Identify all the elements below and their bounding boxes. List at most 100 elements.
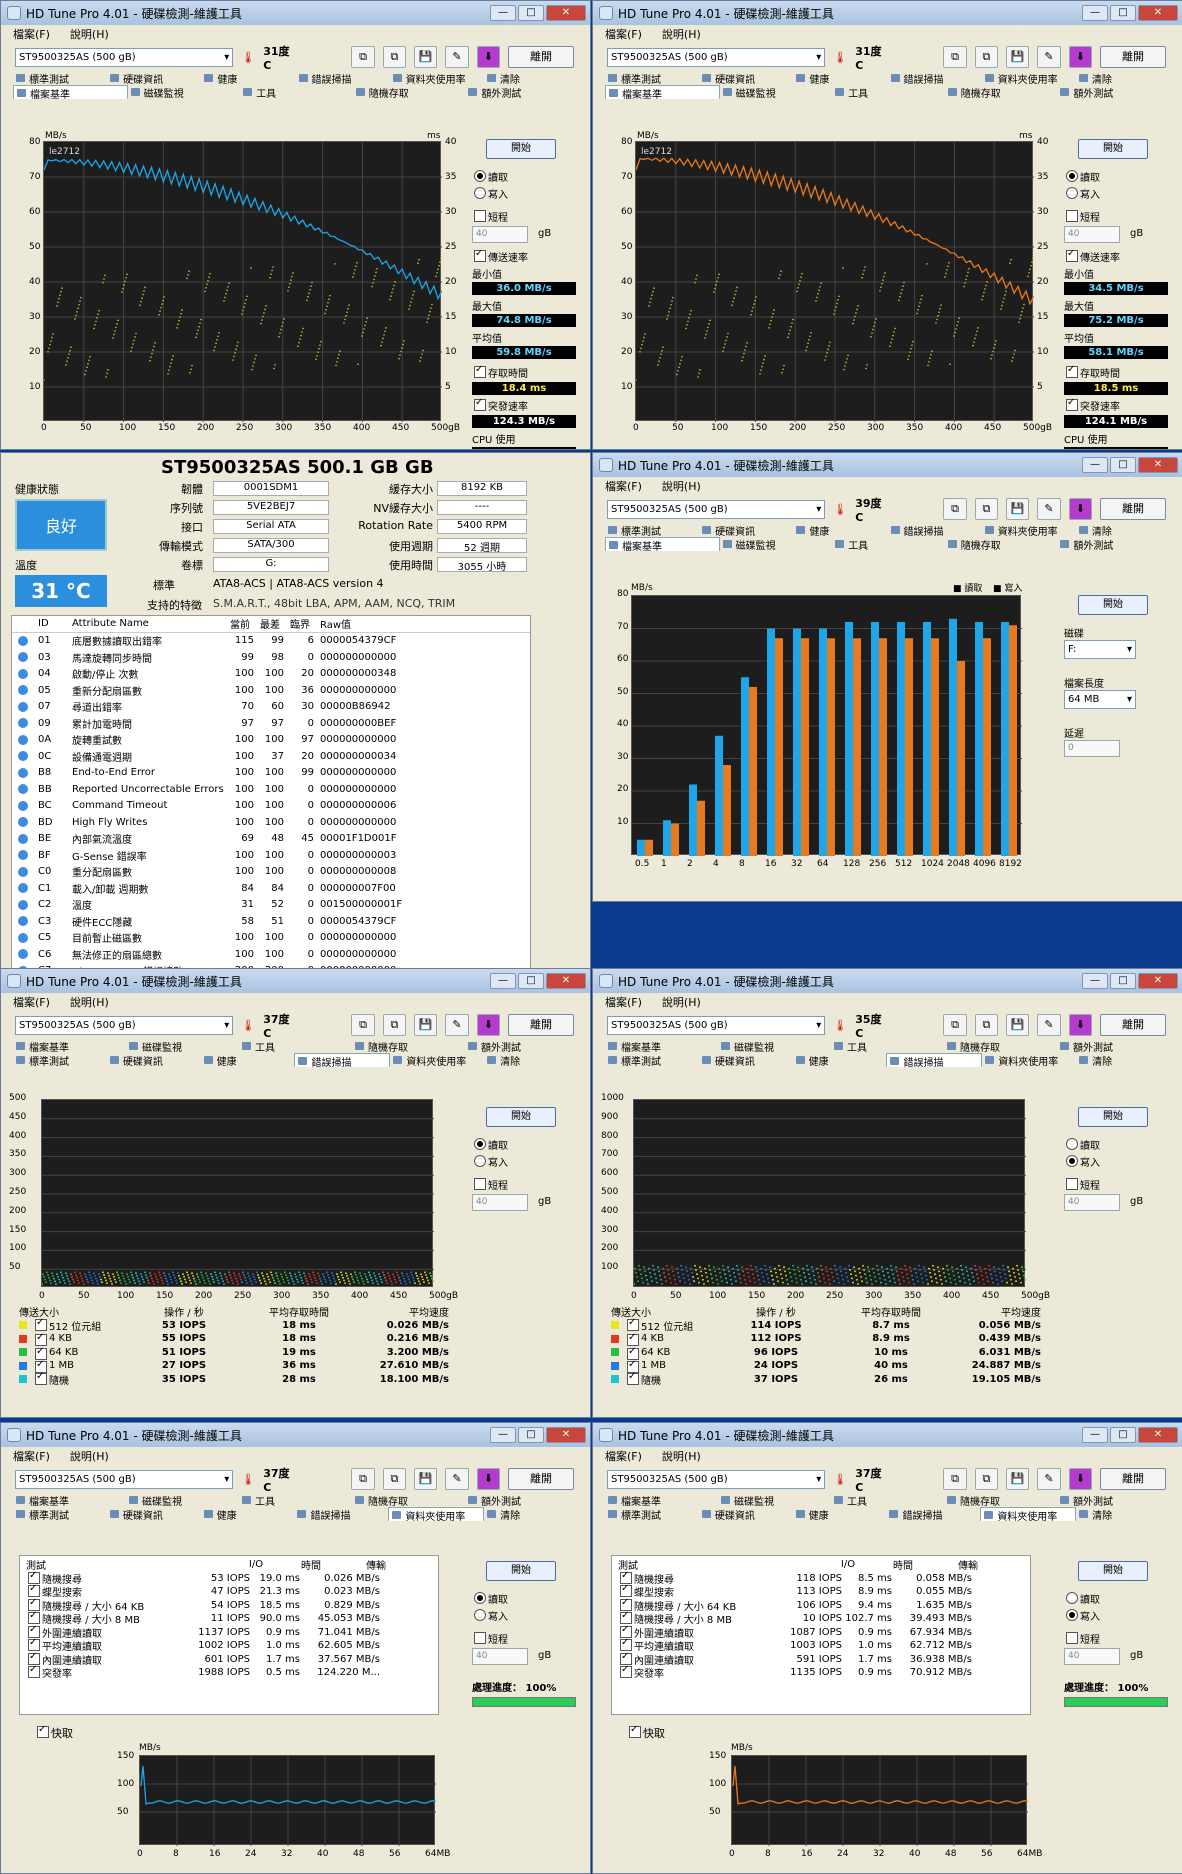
maximize-button[interactable]: □: [1110, 457, 1136, 473]
delay-input[interactable]: 0: [1064, 740, 1120, 757]
write-radio[interactable]: 寫入: [472, 186, 576, 201]
tab-標準測試[interactable]: 標準測試: [13, 1507, 107, 1522]
minimize-button[interactable]: —: [1082, 1427, 1108, 1443]
tab-額外測試[interactable]: 額外測試: [1057, 537, 1170, 552]
options-icon[interactable]: ✎: [445, 46, 469, 68]
menu-item-1[interactable]: 說明(H): [662, 1448, 701, 1464]
tab-隨機存取[interactable]: 隨機存取: [353, 85, 466, 100]
test-checkbox[interactable]: 突發率: [26, 1664, 186, 1680]
exit-button[interactable]: 離開: [1100, 46, 1166, 68]
menu-item-0[interactable]: 檔案(F): [605, 26, 642, 42]
tab-隨機存取[interactable]: 隨機存取: [945, 537, 1058, 552]
smart-row[interactable]: 03 馬達旋轉同步時間 99 98 0 000000000000: [12, 649, 530, 666]
start-button[interactable]: 開始: [486, 1107, 556, 1127]
smart-row[interactable]: BB Reported Uncorrectable Errors 100 100 0 00…: [12, 781, 530, 798]
write-radio[interactable]: 寫入: [1064, 186, 1168, 201]
close-button[interactable]: ✕: [546, 973, 586, 989]
tab-錯誤掃描[interactable]: 錯誤掃描: [294, 1053, 391, 1069]
smart-row[interactable]: 01 底層數據讀取出錯率 115 99 6 0000054379CF: [12, 633, 530, 650]
menu-item-0[interactable]: 檔案(F): [605, 994, 642, 1010]
smart-row[interactable]: 04 啟動/停止 次數 100 100 20 000000000348: [12, 666, 530, 683]
exit-button[interactable]: 離開: [508, 1014, 574, 1036]
tab-工具[interactable]: 工具: [831, 1493, 944, 1508]
close-button[interactable]: ✕: [1138, 457, 1178, 473]
smart-row[interactable]: C3 硬件ECC隱藏 58 51 0 0000054379CF: [12, 913, 530, 930]
test-checkbox[interactable]: 突發率: [618, 1664, 778, 1680]
write-radio[interactable]: 寫入: [472, 1154, 576, 1169]
copy-all-icon[interactable]: ⧉: [382, 46, 407, 68]
drive-select[interactable]: ST9500325AS (500 gB): [607, 499, 826, 519]
short-stroke-checkbox[interactable]: 短程: [472, 209, 576, 224]
tab-錯誤掃描[interactable]: 錯誤掃描: [886, 1053, 983, 1069]
smart-row[interactable]: 09 累計加電時間 97 97 0 000000000BEF: [12, 715, 530, 732]
length-select[interactable]: 64 MB: [1064, 690, 1136, 709]
tab-清除[interactable]: 清除: [484, 1053, 578, 1068]
short-stroke-size[interactable]: 40: [1064, 226, 1120, 243]
start-button[interactable]: 開始: [1078, 139, 1148, 159]
smart-row[interactable]: BE 內部氣流溫度 69 48 45 00001F1D001F: [12, 831, 530, 848]
smart-row[interactable]: C5 目前暫止磁區數 100 100 0 000000000000: [12, 930, 530, 947]
size-checkbox[interactable]: 隨機: [625, 1371, 721, 1387]
size-checkbox[interactable]: 4 KB: [33, 1332, 129, 1347]
options-icon[interactable]: ✎: [1037, 1014, 1061, 1036]
read-radio[interactable]: 讀取: [1064, 1137, 1168, 1152]
copy-all-icon[interactable]: ⧉: [974, 498, 999, 520]
menu-item-0[interactable]: 檔案(F): [13, 1448, 50, 1464]
exit-button[interactable]: 離開: [508, 46, 574, 68]
copy-all-icon[interactable]: ⧉: [382, 1468, 407, 1490]
drive-select[interactable]: ST9500325AS (500 gB): [607, 1469, 826, 1489]
tab-工具[interactable]: 工具: [832, 537, 945, 552]
smart-row[interactable]: BC Command Timeout 100 100 0 000000000006: [12, 798, 530, 815]
options-icon[interactable]: ✎: [445, 1014, 469, 1036]
tab-檔案基準[interactable]: 檔案基準: [13, 1493, 126, 1508]
tab-隨機存取[interactable]: 隨機存取: [945, 85, 1058, 100]
download-icon[interactable]: ⬇: [1068, 46, 1093, 68]
download-icon[interactable]: ⬇: [1068, 498, 1093, 520]
tab-額外測試[interactable]: 額外測試: [465, 1493, 578, 1508]
access-time-checkbox[interactable]: 存取時間: [1064, 364, 1168, 380]
tab-清除[interactable]: 清除: [1076, 1053, 1170, 1068]
tab-資料夾使用率[interactable]: 資料夾使用率: [982, 71, 1076, 86]
tab-資料夾使用率[interactable]: 資料夾使用率: [982, 523, 1076, 538]
maximize-button[interactable]: □: [518, 5, 544, 21]
drive-select[interactable]: ST9500325AS (500 gB): [15, 47, 234, 67]
tab-健康[interactable]: 健康: [201, 1053, 295, 1068]
tab-資料夾使用率[interactable]: 資料夾使用率: [390, 1053, 484, 1068]
short-stroke-checkbox[interactable]: 短程: [1064, 209, 1168, 224]
tab-檔案基準[interactable]: 檔案基準: [13, 85, 128, 101]
smart-row[interactable]: C1 載入/卸載 週期數 84 84 0 000000007F00: [12, 880, 530, 897]
tab-清除[interactable]: 清除: [484, 71, 578, 86]
save-icon[interactable]: 💾: [1006, 1468, 1030, 1490]
tab-標準測試[interactable]: 標準測試: [605, 71, 699, 86]
smart-row[interactable]: C2 溫度 31 52 0 001500000001F: [12, 897, 530, 914]
download-icon[interactable]: ⬇: [476, 46, 501, 68]
short-stroke-size[interactable]: 40: [472, 1648, 528, 1665]
tab-隨機存取[interactable]: 隨機存取: [944, 1039, 1057, 1054]
size-checkbox[interactable]: 64 KB: [625, 1346, 721, 1360]
tab-檔案基準[interactable]: 檔案基準: [605, 1039, 718, 1054]
menu-item-1[interactable]: 說明(H): [662, 478, 701, 494]
read-radio[interactable]: 讀取: [1064, 169, 1168, 184]
tab-工具[interactable]: 工具: [832, 85, 945, 100]
minimize-button[interactable]: —: [490, 1427, 516, 1443]
drive-select[interactable]: ST9500325AS (500 gB): [607, 1015, 826, 1035]
short-stroke-size[interactable]: 40: [1064, 1194, 1120, 1211]
minimize-button[interactable]: —: [1082, 973, 1108, 989]
size-checkbox[interactable]: 隨機: [33, 1371, 129, 1387]
tab-檔案基準[interactable]: 檔案基準: [605, 537, 720, 553]
menu-item-1[interactable]: 說明(H): [662, 26, 701, 42]
write-radio[interactable]: 寫入: [1064, 1608, 1168, 1623]
copy-icon[interactable]: ⧉: [943, 1014, 967, 1036]
tab-清除[interactable]: 清除: [1076, 523, 1170, 538]
tab-磁碟監視[interactable]: 磁碟監視: [718, 1493, 831, 1508]
size-checkbox[interactable]: 1 MB: [33, 1359, 129, 1374]
tab-磁碟監視[interactable]: 磁碟監視: [720, 537, 833, 552]
short-stroke-size[interactable]: 40: [472, 226, 528, 243]
tab-資料夾使用率[interactable]: 資料夾使用率: [982, 1053, 1076, 1068]
copy-all-icon[interactable]: ⧉: [382, 1014, 407, 1036]
tab-額外測試[interactable]: 額外測試: [1057, 85, 1170, 100]
transfer-rate-checkbox[interactable]: 傳送速率: [472, 248, 576, 264]
tab-資料夾使用率[interactable]: 資料夾使用率: [390, 71, 484, 86]
tab-額外測試[interactable]: 額外測試: [465, 85, 578, 100]
tab-錯誤掃描[interactable]: 錯誤掃描: [294, 1507, 388, 1522]
